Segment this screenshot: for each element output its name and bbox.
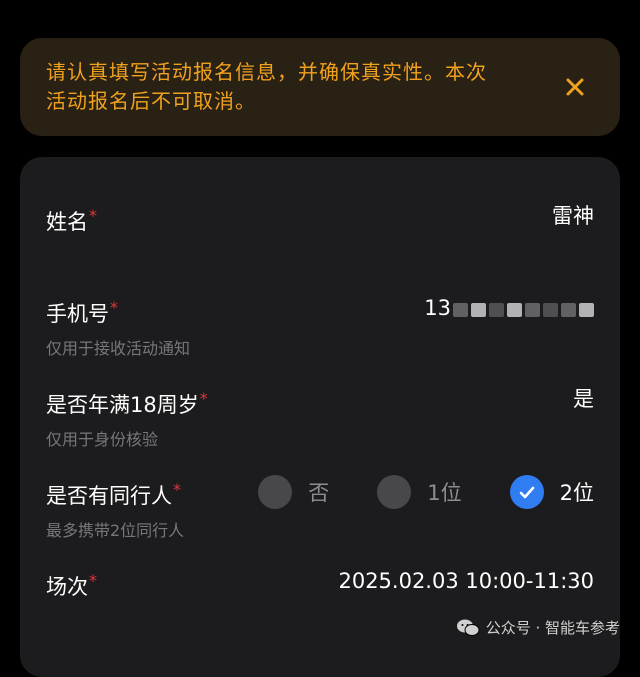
name-label: 姓名*: [46, 206, 97, 234]
companion-hint: 最多携带2位同行人: [46, 521, 185, 540]
adult-label: 是否年满18周岁*: [46, 389, 208, 417]
companion-row: 是否有同行人* 最多携带2位同行人 否 1位 2位: [46, 475, 594, 541]
name-row[interactable]: 姓名* 雷神: [46, 203, 594, 235]
adult-row[interactable]: 是否年满18周岁* 仅用于身份核验 是: [46, 386, 594, 450]
notice-line-1: 请认真填写活动报名信息，并确保真实性。本次: [46, 60, 487, 84]
companion-option-one[interactable]: 1位: [377, 475, 462, 509]
session-row[interactable]: 场次* 2025.02.03 10:00-11:30: [46, 568, 594, 600]
companion-option-label: 2位: [559, 481, 594, 505]
phone-row[interactable]: 手机号* 仅用于接收活动通知 13: [46, 295, 594, 359]
notice-line-2: 活动报名后不可取消。: [46, 89, 256, 113]
companion-option-none[interactable]: 否: [258, 475, 329, 509]
wechat-icon: [456, 619, 480, 636]
watermark-text: 公众号 · 智能车参考: [485, 619, 620, 637]
phone-hint: 仅用于接收活动通知: [46, 339, 191, 358]
radio-unchecked-icon: [258, 475, 293, 509]
required-mark: *: [89, 206, 97, 225]
phone-value[interactable]: 13: [424, 295, 594, 321]
required-mark: *: [110, 298, 118, 317]
name-value[interactable]: 雷神: [552, 203, 594, 229]
session-value[interactable]: 2025.02.03 10:00-11:30: [338, 568, 594, 594]
notice-banner: 请认真填写活动报名信息，并确保真实性。本次 活动报名后不可取消。: [20, 38, 620, 136]
required-mark: *: [199, 389, 208, 408]
notice-text: 请认真填写活动报名信息，并确保真实性。本次 活动报名后不可取消。: [46, 58, 550, 116]
close-icon[interactable]: [560, 72, 590, 102]
phone-prefix: 13: [424, 296, 451, 320]
watermark: 公众号 · 智能车参考: [456, 617, 620, 638]
companion-option-label: 1位: [427, 481, 462, 505]
companion-option-label: 否: [308, 481, 330, 505]
phone-redacted-mosaic: [453, 303, 594, 317]
registration-form: 姓名* 雷神 手机号* 仅用于接收活动通知 13 是否年满18周岁* 仅用于身份…: [20, 157, 620, 677]
companion-radio-group: 否 1位 2位: [210, 475, 594, 509]
checkmark-icon: [509, 475, 544, 509]
adult-hint: 仅用于身份核验: [46, 430, 159, 449]
companion-option-two[interactable]: 2位: [509, 475, 594, 509]
adult-value[interactable]: 是: [573, 386, 594, 412]
required-mark: *: [89, 571, 97, 590]
radio-unchecked-icon: [377, 475, 412, 509]
required-mark: *: [173, 480, 181, 499]
